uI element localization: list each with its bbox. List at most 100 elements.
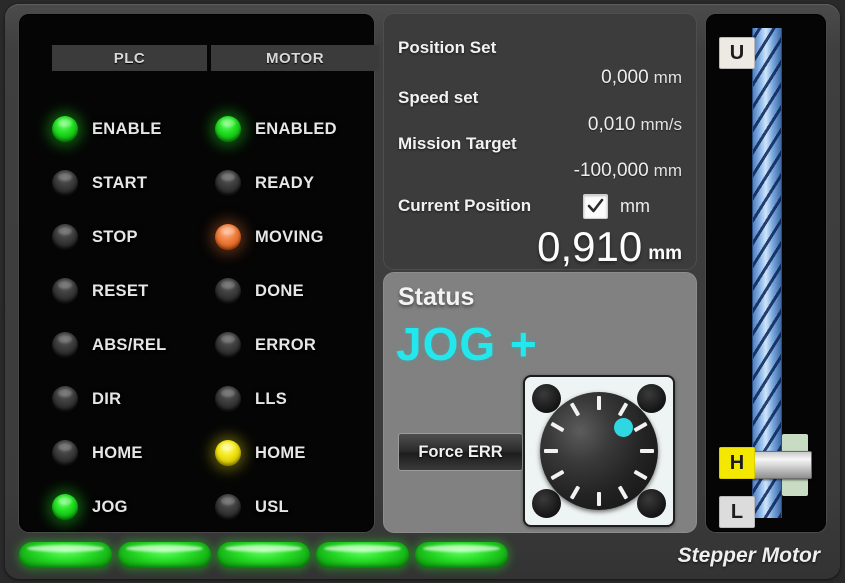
speed-set-number: 0,010 (587, 114, 636, 135)
plc-signal-label: JOG (92, 497, 128, 516)
column-header-plc: PLC (52, 45, 207, 71)
jog-knob-dial[interactable] (540, 392, 658, 510)
plc-signal-row-reset: RESET (52, 264, 167, 318)
plc-signal-row-stop: STOP (52, 210, 167, 264)
jog-knob-tick (617, 402, 629, 417)
status-title: Status (398, 283, 475, 311)
position-set-number: 0,000 (601, 67, 649, 88)
position-set-unit: mm (653, 68, 682, 87)
indicator-4 (316, 542, 409, 568)
motor-signal-row-moving: MOVING (215, 210, 337, 264)
motor-signal-label: LLS (255, 389, 288, 408)
speed-set-value: 0,010 mm/s (588, 114, 682, 136)
checkmark-icon (587, 198, 604, 213)
motor-signal-label: ENABLED (255, 119, 337, 138)
column-header-motor: MOTOR (211, 45, 379, 71)
motor-signal-label: MOVING (255, 227, 324, 246)
indicator-5 (415, 542, 508, 568)
mission-target-unit: mm (653, 161, 682, 180)
io-signal-panel: PLC MOTOR ENABLE START STOP RESET ABS/REL DIR… (19, 14, 379, 534)
motor-signal-row-ready: READY (215, 156, 337, 210)
plc-signal-label: START (92, 173, 148, 192)
plc-signal-led-dir-icon (52, 386, 78, 412)
plc-signal-row-dir: DIR (52, 372, 167, 426)
position-set-value: 0,000 mm (601, 67, 682, 89)
device-brand-label: Stepper Motor (677, 544, 820, 567)
bottom-indicator-bar: Stepper Motor (19, 538, 826, 574)
plc-signal-led-stop-icon (52, 224, 78, 250)
plc-signal-list: ENABLE START STOP RESET ABS/REL DIR HOME JOG (52, 102, 167, 534)
knob-screw-top-right (637, 384, 666, 413)
carriage-nut[interactable] (750, 451, 812, 479)
status-panel: Status JOG + Force ERR (384, 273, 696, 532)
axis-tag-lower-limit: L (719, 496, 755, 528)
plc-signal-led-abs-rel-icon (52, 332, 78, 358)
motor-signal-led-home-icon (215, 440, 241, 466)
lead-screw-icon (752, 28, 782, 518)
jog-knob-tick (544, 449, 558, 453)
motor-signal-row-lls: LLS (215, 372, 337, 426)
plc-signal-label: RESET (92, 281, 149, 300)
mission-target-label: Mission Target (398, 134, 517, 153)
motor-signal-led-error-icon (215, 332, 241, 358)
knob-screw-bottom-right (637, 489, 666, 518)
current-position-value-unit: mm (648, 243, 682, 264)
jog-knob-indicator-dot (613, 417, 633, 437)
plc-signal-label: HOME (92, 443, 143, 462)
jog-knob-tick (597, 492, 601, 506)
jog-knob-tick (633, 421, 648, 433)
unit-mm-checkbox[interactable] (583, 194, 608, 219)
motor-signal-label: USL (255, 497, 289, 516)
motor-signal-led-lls-icon (215, 386, 241, 412)
motor-signal-label: HOME (255, 443, 306, 462)
current-position-unit-label: mm (620, 196, 650, 216)
plc-signal-led-home-icon (52, 440, 78, 466)
plc-signal-label: STOP (92, 227, 138, 246)
motor-signal-list: ENABLED READY MOVING DONE ERROR LLS HOME USL (215, 102, 337, 534)
plc-signal-led-enable-icon (52, 116, 78, 142)
jog-knob-tick (550, 421, 565, 433)
plc-signal-row-jog: JOG (52, 480, 167, 534)
indicator-2 (118, 542, 211, 568)
motor-signal-led-done-icon (215, 278, 241, 304)
indicator-1 (19, 542, 112, 568)
motor-signal-led-moving-icon (215, 224, 241, 250)
plc-signal-row-home: HOME (52, 426, 167, 480)
jog-knob-tick (550, 469, 565, 481)
jog-knob-tick (569, 402, 581, 417)
current-position-number: 0,910 (537, 223, 643, 270)
plc-signal-led-start-icon (52, 170, 78, 196)
knob-screw-bottom-left (532, 489, 561, 518)
axis-tag-home: H (719, 447, 755, 479)
stepper-motor-hmi-screen: PLC MOTOR ENABLE START STOP RESET ABS/REL DIR… (0, 0, 845, 583)
position-set-label: Position Set (398, 38, 497, 57)
jog-knob-tick (640, 449, 654, 453)
plc-signal-label: DIR (92, 389, 122, 408)
jog-knob-tick (633, 469, 648, 481)
position-readout-panel: Position Set 0,000 mm Speed set 0,010 mm/s… (384, 14, 696, 271)
current-position-label: Current Position (398, 196, 532, 215)
speed-set-label: Speed set (398, 88, 479, 107)
mission-target-number: -100,000 (573, 160, 649, 181)
jog-knob[interactable] (523, 375, 675, 527)
force-err-button[interactable]: Force ERR (398, 433, 523, 471)
plc-signal-row-abs-rel: ABS/REL (52, 318, 167, 372)
plc-signal-led-reset-icon (52, 278, 78, 304)
motor-signal-row-error: ERROR (215, 318, 337, 372)
motor-signal-row-done: DONE (215, 264, 337, 318)
mission-target-value: -100,000 mm (574, 160, 682, 182)
motor-signal-led-usl-icon (215, 494, 241, 520)
jog-knob-tick (617, 485, 629, 500)
motor-signal-led-ready-icon (215, 170, 241, 196)
current-position-value: 0,910 mm (537, 223, 682, 271)
axis-tag-upper-limit: U (719, 37, 755, 69)
motor-signal-label: DONE (255, 281, 304, 300)
plc-signal-label: ENABLE (92, 119, 162, 138)
motor-signal-row-usl: USL (215, 480, 337, 534)
plc-signal-led-jog-icon (52, 494, 78, 520)
indicator-3 (217, 542, 310, 568)
motor-signal-row-home: HOME (215, 426, 337, 480)
plc-signal-row-enable: ENABLE (52, 102, 167, 156)
plc-signal-row-start: START (52, 156, 167, 210)
motor-signal-label: ERROR (255, 335, 317, 354)
